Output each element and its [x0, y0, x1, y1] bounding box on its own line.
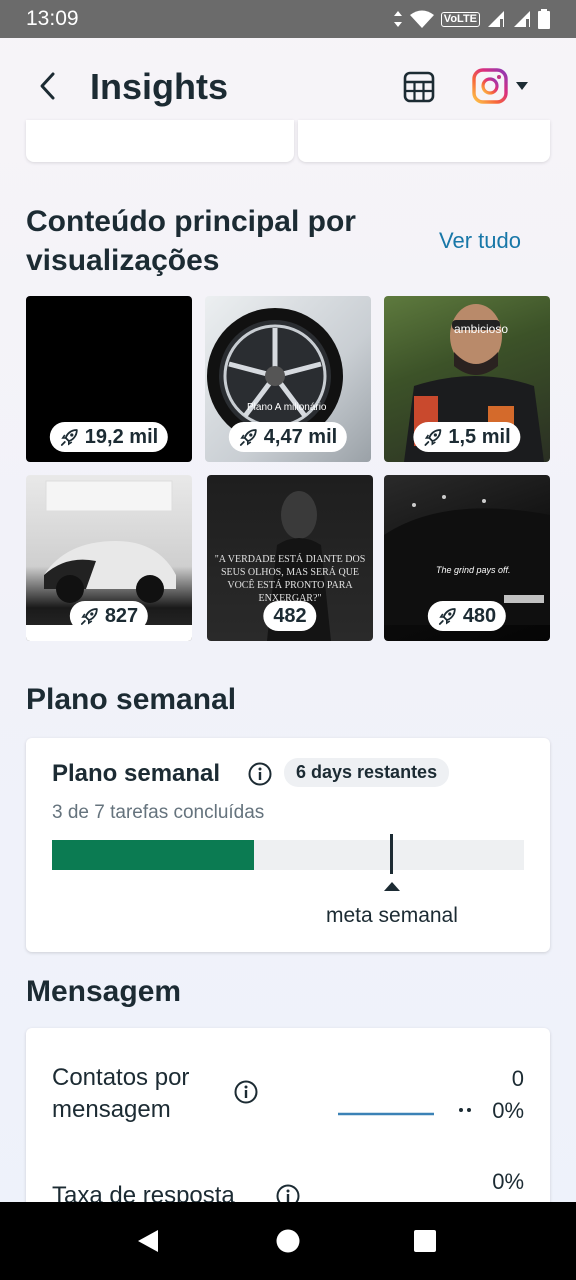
- sparkline-icon: [338, 1112, 434, 1116]
- views-count: 827: [104, 604, 139, 627]
- calendar-button[interactable]: [400, 68, 438, 106]
- volte-badge: VoLTE: [440, 11, 480, 27]
- status-time: 13:09: [26, 7, 79, 30]
- battery-icon: [538, 9, 550, 29]
- message-metric-value: 0%: [492, 1169, 524, 1194]
- status-icons: VoLTE: [393, 9, 550, 29]
- top-content-title: Conteúdo principal por visualizações: [26, 202, 356, 280]
- rocket-icon: [60, 429, 78, 446]
- signal-icon-1: [488, 11, 504, 27]
- message-metric-change: 0%: [492, 1098, 524, 1123]
- messages-card: Contatos por mensagem 0 0% Taxa de respo…: [26, 1028, 550, 1228]
- dots-icon: [459, 1108, 471, 1112]
- tasks-completed-text: 3 de 7 tarefas concluídas: [52, 802, 265, 823]
- progress-bar-fill: [52, 840, 255, 870]
- nav-back-icon[interactable]: [134, 1226, 164, 1256]
- system-nav-bar: [0, 1202, 576, 1280]
- thumbnail-caption: ambicioso: [454, 322, 509, 336]
- info-icon[interactable]: [248, 762, 272, 786]
- progress-bar-track: [52, 840, 524, 870]
- instagram-icon: [472, 68, 508, 104]
- content-thumbnail[interactable]: ambicioso 1,5 mil: [384, 296, 550, 462]
- back-arrow-icon: [40, 72, 55, 100]
- metric-card-partial-left: [26, 120, 294, 162]
- content-thumbnail[interactable]: 827: [26, 475, 192, 641]
- top-content-title-line1: Conteúdo principal por: [26, 205, 356, 238]
- message-metric-label: Contatos por mensagem: [52, 1062, 189, 1126]
- rocket-icon: [424, 429, 442, 446]
- weekly-plan-card-title: Plano semanal: [52, 760, 221, 787]
- status-bar: 13:09 VoLTE: [0, 0, 576, 38]
- views-pill: 1,5 mil: [413, 422, 521, 452]
- top-content-title-line2: visualizações: [26, 244, 220, 277]
- views-count: 480: [462, 604, 497, 627]
- views-count: 1,5 mil: [448, 425, 511, 448]
- thumbnail-caption: Plano A milionário: [247, 402, 327, 413]
- goal-marker-line: [390, 834, 393, 874]
- rocket-icon: [80, 608, 98, 625]
- metric-card-partial-right: [298, 120, 550, 162]
- goal-label: meta semanal: [326, 904, 458, 927]
- goal-marker-triangle-icon: [384, 882, 400, 891]
- account-switcher-button[interactable]: [470, 66, 510, 106]
- wifi-icon: [409, 10, 434, 28]
- nav-recents-icon[interactable]: [410, 1226, 440, 1256]
- content-thumbnail[interactable]: 19,2 mil: [26, 296, 192, 462]
- back-button[interactable]: [30, 68, 66, 104]
- caret-down-icon[interactable]: [514, 80, 530, 92]
- views-pill: 482: [263, 601, 317, 631]
- info-icon[interactable]: [234, 1080, 258, 1104]
- views-pill: 4,47 mil: [228, 422, 348, 452]
- thumbnail-caption: "A VERDADE ESTÁ DIANTE DOS SEUS OLHOS, M…: [214, 554, 366, 604]
- message-metric-value: 0: [511, 1066, 524, 1091]
- weekly-plan-card[interactable]: Plano semanal 6 days restantes 3 de 7 ta…: [26, 738, 550, 952]
- thumbnail-caption: The grind pays off.: [436, 565, 511, 575]
- nav-home-icon[interactable]: [273, 1226, 303, 1256]
- signal-icon-2: [514, 11, 530, 27]
- message-metric-label-line2: mensagem: [52, 1096, 171, 1123]
- calendar-grid-icon: [403, 71, 435, 103]
- days-remaining-badge: 6 days restantes: [284, 758, 450, 787]
- data-arrows-icon: [393, 11, 402, 27]
- content-thumbnail[interactable]: The grind pays off. 480: [384, 475, 550, 641]
- rocket-icon: [239, 429, 257, 446]
- rocket-icon: [438, 608, 456, 625]
- views-count: 482: [273, 604, 307, 627]
- weekly-plan-section-title: Plano semanal: [26, 683, 237, 716]
- views-pill: 480: [427, 601, 507, 631]
- see-all-link[interactable]: Ver tudo: [439, 228, 521, 254]
- content-thumbnail[interactable]: Plano A milionário 4,47 mil: [205, 296, 371, 462]
- page-title: Insights: [90, 66, 229, 107]
- messages-section-title: Mensagem: [26, 975, 182, 1008]
- views-count: 4,47 mil: [263, 425, 338, 448]
- views-count: 19,2 mil: [84, 425, 159, 448]
- content-thumbnail[interactable]: "A VERDADE ESTÁ DIANTE DOS SEUS OLHOS, M…: [207, 475, 373, 641]
- message-metric-label-line1: Contatos por: [52, 1064, 190, 1091]
- views-pill: 827: [69, 601, 149, 631]
- views-pill: 19,2 mil: [49, 422, 169, 452]
